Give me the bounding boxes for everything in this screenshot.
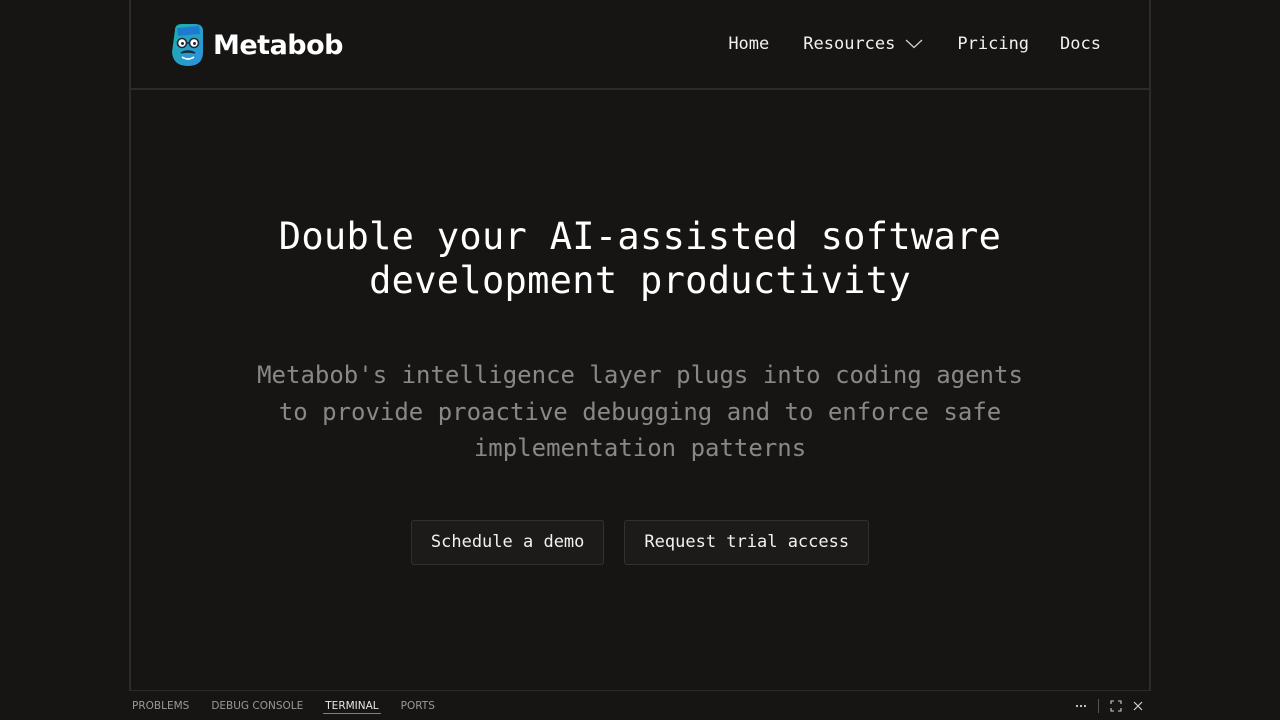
- nav-docs-link[interactable]: Docs: [1060, 34, 1101, 54]
- tab-problems[interactable]: PROBLEMS: [132, 691, 189, 720]
- hero-section: Double your AI-assisted software develop…: [131, 215, 1149, 565]
- bottom-panel: PROBLEMS DEBUG CONSOLE TERMINAL PORTS: [129, 690, 1151, 720]
- hero-subtitle-line-3: implementation patterns: [473, 434, 807, 462]
- hero-title: Double your AI-assisted software develop…: [131, 215, 1149, 303]
- more-actions-button[interactable]: [1070, 695, 1092, 717]
- hero-subtitle-line-2: to provide proactive debugging and to en…: [278, 397, 1002, 426]
- schedule-demo-button[interactable]: Schedule a demo: [410, 519, 605, 565]
- page-frame: Metabob Home Resources Pricing Docs Doub…: [129, 0, 1151, 720]
- metabob-logo-icon: [172, 24, 203, 66]
- maximize-panel-button[interactable]: [1105, 695, 1127, 717]
- nav-pricing-label: Pricing: [957, 34, 1030, 54]
- hero-title-line-2: development productivity: [369, 259, 911, 302]
- tab-debug-console[interactable]: DEBUG CONSOLE: [211, 691, 303, 720]
- close-panel-button[interactable]: [1127, 695, 1149, 717]
- close-icon: [1133, 701, 1143, 710]
- brand-name: Metabob: [213, 29, 344, 61]
- nav-resources-label: Resources: [803, 34, 896, 54]
- panel-separator: [1098, 698, 1099, 713]
- logo-link[interactable]: Metabob: [169, 22, 344, 68]
- nav-home-link[interactable]: Home: [728, 34, 769, 54]
- nav-resources-dropdown[interactable]: Resources: [803, 34, 923, 54]
- tab-ports[interactable]: PORTS: [401, 691, 435, 720]
- panel-tabs: PROBLEMS DEBUG CONSOLE TERMINAL PORTS: [129, 691, 435, 720]
- more-icon: [1075, 704, 1087, 707]
- nav-pricing-link[interactable]: Pricing: [957, 34, 1029, 54]
- hero-subtitle: Metabob's intelligence layer plugs into …: [245, 357, 1035, 467]
- request-trial-button[interactable]: Request trial access: [624, 519, 870, 565]
- nav-docs-label: Docs: [1060, 34, 1101, 54]
- hero-subtitle-line-1: Metabob's intelligence layer plugs into …: [257, 361, 1023, 389]
- nav-home-label: Home: [728, 34, 770, 54]
- hero-title-line-1: Double your AI-assisted software: [278, 215, 1002, 258]
- tab-terminal[interactable]: TERMINAL: [323, 691, 382, 720]
- cta-row: Schedule a demo Request trial access: [131, 519, 1149, 565]
- chevron-down-icon: [905, 39, 923, 49]
- panel-actions: [1070, 691, 1151, 720]
- maximize-icon: [1110, 699, 1122, 712]
- site-header: Metabob Home Resources Pricing Docs: [131, 0, 1149, 90]
- main-nav: Home Resources Pricing Docs: [728, 30, 1101, 58]
